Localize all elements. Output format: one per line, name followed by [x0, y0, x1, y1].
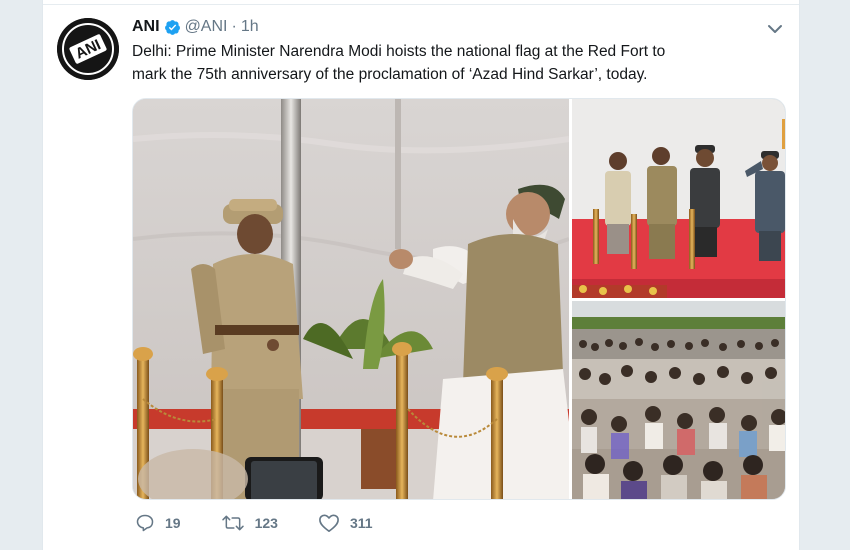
tweet-text: Delhi: Prime Minister Narendra Modi hois…	[132, 40, 772, 86]
retweet-count: 123	[254, 515, 278, 531]
separator: ·	[231, 18, 237, 35]
tweet-text-line: mark the 75th anniversary of the proclam…	[132, 66, 648, 83]
retweet-button[interactable]: 123	[221, 513, 278, 533]
heart-icon	[319, 514, 339, 532]
avatar[interactable]: ANI	[57, 18, 119, 80]
media-photos	[133, 99, 786, 500]
media-grid[interactable]	[132, 98, 786, 500]
user-handle[interactable]: @ANI	[185, 18, 228, 36]
timestamp[interactable]: 1h	[241, 18, 259, 36]
reply-icon	[136, 514, 154, 532]
reply-button[interactable]: 19	[135, 513, 181, 533]
tweet-card[interactable]: ANI ANI @ANI · 1h Delhi: Prime Minister …	[42, 0, 800, 550]
photo-dignitaries-saluting[interactable]	[572, 99, 786, 298]
ani-logo-icon: ANI	[57, 18, 119, 80]
display-name[interactable]: ANI	[132, 18, 160, 36]
page: ANI ANI @ANI · 1h Delhi: Prime Minister …	[0, 0, 850, 550]
chevron-down-icon[interactable]	[767, 22, 783, 34]
like-button[interactable]: 311	[318, 513, 373, 533]
photo-crowd[interactable]	[572, 301, 786, 500]
verified-badge-icon	[164, 19, 181, 36]
tweet-actions: 19 123 311	[135, 513, 413, 533]
retweet-icon	[221, 515, 244, 531]
photo-flag-hoisting[interactable]	[133, 99, 578, 500]
like-count: 311	[349, 515, 373, 531]
reply-count: 19	[165, 515, 181, 531]
divider	[43, 4, 799, 5]
tweet-header: ANI @ANI · 1h	[132, 17, 259, 37]
tweet-text-line: Delhi: Prime Minister Narendra Modi hois…	[132, 43, 666, 60]
